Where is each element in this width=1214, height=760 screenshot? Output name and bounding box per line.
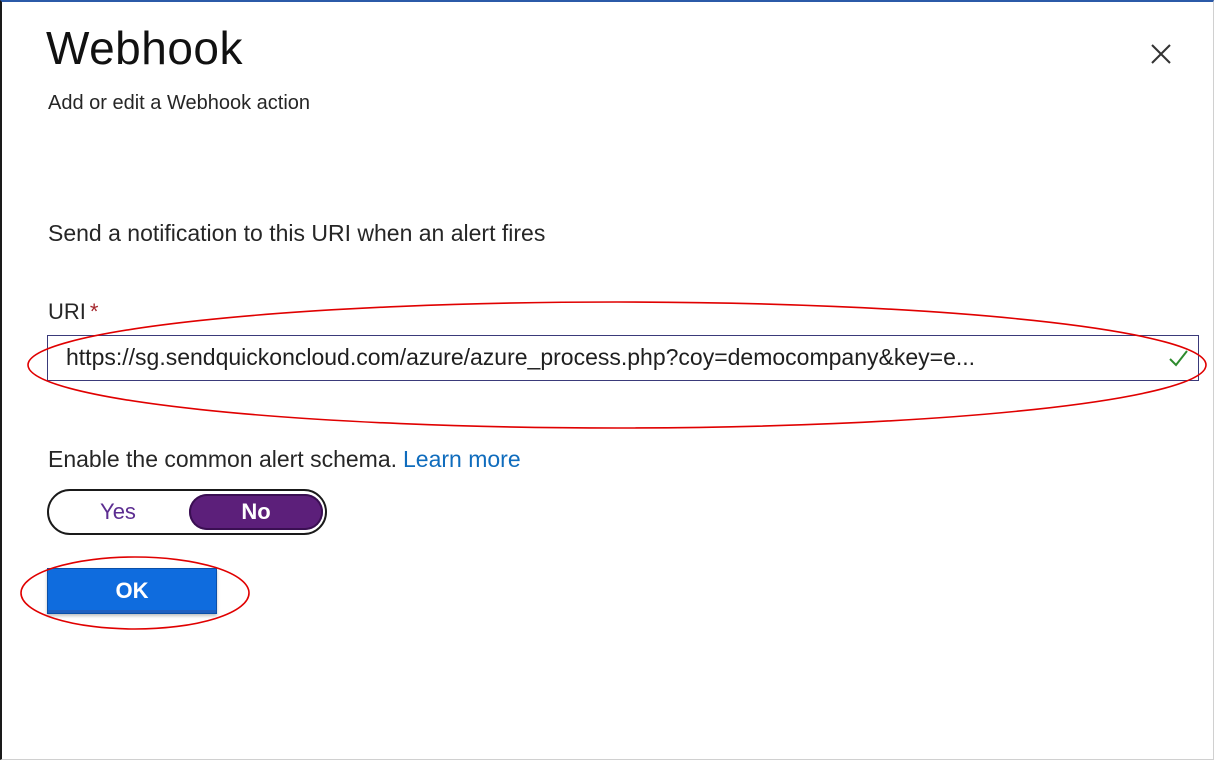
toggle-option-no[interactable]: No [189, 494, 323, 530]
webhook-panel: Webhook Add or edit a Webhook action Sen… [0, 0, 1214, 760]
uri-field[interactable] [47, 335, 1199, 381]
learn-more-link[interactable]: Learn more [403, 446, 521, 472]
schema-row: Enable the common alert schema. Learn mor… [48, 444, 521, 474]
panel-title: Webhook [46, 22, 244, 74]
uri-label: URI [48, 299, 86, 324]
uri-label-row: URI * [48, 298, 98, 326]
uri-input[interactable] [66, 336, 1156, 379]
toggle-option-yes[interactable]: Yes [53, 494, 183, 530]
common-schema-toggle[interactable]: Yes No [47, 489, 327, 535]
close-button[interactable] [1143, 36, 1179, 72]
required-mark: * [89, 299, 99, 324]
checkmark-icon [1166, 346, 1190, 370]
uri-description: Send a notification to this URI when an … [48, 220, 546, 246]
panel-subtitle: Add or edit a Webhook action [48, 92, 311, 114]
schema-label: Enable the common alert schema. [48, 446, 398, 472]
close-icon [1143, 36, 1179, 72]
ok-button[interactable]: OK [47, 568, 217, 614]
